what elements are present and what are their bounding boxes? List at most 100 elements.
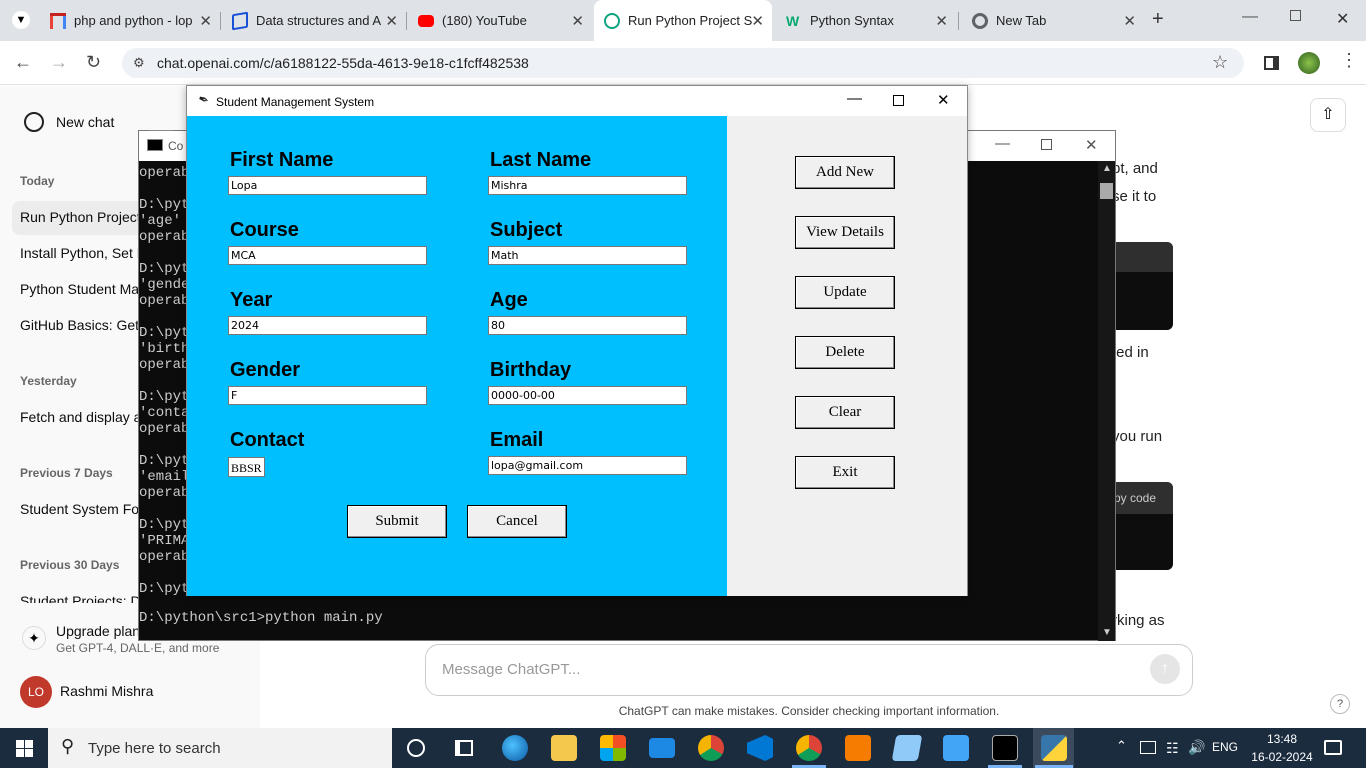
tab-gmail[interactable]: php and python - lop ✕ [40, 5, 220, 36]
email-input[interactable]: lopa@gmail.com [488, 456, 687, 475]
site-info-icon[interactable]: ⚙ [133, 55, 145, 71]
xampp-icon[interactable] [845, 735, 871, 761]
chatgpt-icon [604, 12, 620, 29]
bookmark-star-icon[interactable]: ☆ [1212, 52, 1228, 73]
url-bar[interactable]: ⚙ chat.openai.com/c/a6188122-55da-4613-9… [122, 48, 1244, 78]
scroll-down-icon[interactable]: ▼ [1102, 627, 1112, 638]
console-maximize-icon[interactable] [1041, 139, 1052, 150]
share-icon[interactable]: ⇧ [1310, 98, 1346, 132]
message-input[interactable]: Message ChatGPT... [425, 644, 1193, 696]
edge-icon[interactable] [502, 735, 528, 761]
terminal-icon [147, 139, 163, 151]
upgrade-plan-button[interactable]: Upgrade plan [56, 623, 140, 639]
tab-python-syntax[interactable]: W Python Syntax ✕ [776, 5, 956, 36]
sidebar-item[interactable]: GitHub Basics: Get [20, 317, 139, 333]
sidebar-item[interactable]: Fetch and display a [20, 409, 141, 425]
menu-dots-icon[interactable]: ⋮ [1340, 50, 1358, 71]
minimize-icon[interactable]: — [1242, 8, 1258, 26]
python-icon[interactable] [1041, 735, 1067, 761]
sidebar-item[interactable]: Student Projects: D [20, 593, 141, 603]
app-title: Student Management System [216, 95, 375, 109]
cmd-icon[interactable] [992, 735, 1018, 761]
view-details-button[interactable]: View Details [795, 216, 895, 249]
store-icon[interactable] [600, 735, 626, 761]
contact-label: Contact [230, 429, 305, 451]
console-close-icon[interactable]: ✕ [1085, 136, 1098, 154]
age-input[interactable]: 80 [488, 316, 687, 335]
gmail-icon [50, 12, 66, 29]
reload-icon[interactable]: ↻ [86, 52, 101, 73]
tab-label: (180) YouTube [442, 13, 527, 28]
year-input[interactable]: 2024 [228, 316, 427, 335]
clock-time[interactable]: 13:48 [1262, 732, 1302, 746]
send-button[interactable]: ↑ [1150, 654, 1180, 684]
chrome-profile-icon[interactable] [796, 735, 822, 761]
windows-start-icon[interactable] [16, 740, 33, 757]
new-chat-button[interactable]: New chat [56, 114, 114, 130]
exit-button[interactable]: Exit [795, 456, 895, 489]
control-panel-icon[interactable] [943, 735, 969, 761]
file-explorer-icon[interactable] [551, 735, 577, 761]
subject-input[interactable]: Math [488, 246, 687, 265]
task-view-icon[interactable] [455, 740, 473, 756]
mail-icon[interactable] [649, 738, 675, 758]
sidebar-item[interactable]: Python Student Ma [20, 281, 139, 297]
tab-close-icon[interactable]: ✕ [935, 12, 948, 30]
console-minimize-icon[interactable]: — [995, 135, 1010, 152]
console-scrollbar[interactable] [1098, 161, 1115, 641]
side-panel-icon[interactable] [1264, 56, 1279, 70]
submit-button[interactable]: Submit [347, 505, 447, 538]
sidebar-item[interactable]: Student System Fo [20, 501, 139, 517]
app-close-icon[interactable]: ✕ [937, 91, 950, 109]
tab-data-structures[interactable]: Data structures and A ✕ [222, 5, 406, 36]
tab-youtube[interactable]: (180) YouTube ✕ [408, 5, 592, 36]
help-button[interactable]: ? [1330, 694, 1350, 714]
scroll-up-icon[interactable]: ▲ [1102, 163, 1112, 174]
contact-input[interactable]: BBSR [228, 457, 265, 477]
wifi-icon[interactable]: ☷ [1166, 740, 1179, 757]
tab-close-icon[interactable]: ✕ [1123, 12, 1136, 30]
last-name-label: Last Name [490, 149, 592, 171]
last-name-input[interactable]: Mishra [488, 176, 687, 195]
app-maximize-icon[interactable] [893, 95, 904, 106]
chrome-taskbar-icon[interactable] [698, 735, 724, 761]
console-output: operab D:\pyt 'age' operab D:\pyt 'gende… [139, 165, 190, 597]
user-name[interactable]: Rashmi Mishra [60, 683, 153, 699]
volume-icon[interactable]: 🔊 [1188, 739, 1205, 756]
tab-label: New Tab [996, 13, 1047, 28]
tab-close-icon[interactable]: ✕ [385, 12, 398, 30]
app-minimize-icon[interactable]: — [847, 90, 862, 107]
forward-icon[interactable]: → [50, 52, 68, 73]
birthday-input[interactable]: 0000-00-00 [488, 386, 687, 405]
first-name-input[interactable]: Lopa [228, 176, 427, 195]
cortana-icon[interactable] [407, 739, 425, 757]
back-icon[interactable]: ← [14, 52, 32, 73]
notification-icon[interactable] [1324, 740, 1342, 755]
gender-input[interactable]: F [228, 386, 427, 405]
taskbar-search-box[interactable]: ⚲ Type here to search [48, 728, 392, 768]
tab-close-icon[interactable]: ✕ [199, 12, 212, 30]
tab-new-tab[interactable]: New Tab ✕ [962, 5, 1144, 36]
tab-search-button[interactable]: ▼ [12, 11, 30, 29]
close-window-icon[interactable]: ✕ [1336, 9, 1349, 29]
course-input[interactable]: MCA [228, 246, 427, 265]
tab-run-python[interactable]: Run Python Project S ✕ [594, 0, 772, 41]
tab-close-icon[interactable]: ✕ [751, 12, 764, 30]
sidebar-item[interactable]: Run Python Project [20, 209, 141, 225]
tab-close-icon[interactable]: ✕ [571, 12, 584, 30]
network-monitor-icon[interactable] [1140, 741, 1156, 754]
clock-date[interactable]: 16-02-2024 [1246, 750, 1318, 764]
sidebar-item[interactable]: Install Python, Set F [20, 245, 145, 261]
update-button[interactable]: Update [795, 276, 895, 309]
tray-overflow-icon[interactable]: ⌃ [1116, 738, 1127, 754]
new-tab-button[interactable]: + [1152, 8, 1164, 31]
restore-icon[interactable] [1290, 10, 1301, 21]
language-indicator[interactable]: ENG [1212, 740, 1238, 754]
clear-button[interactable]: Clear [795, 396, 895, 429]
delete-button[interactable]: Delete [795, 336, 895, 369]
chat-text-fragment: se it to [1112, 188, 1157, 205]
add-new-button[interactable]: Add New [795, 156, 895, 189]
cancel-button[interactable]: Cancel [467, 505, 567, 538]
notepad-icon[interactable] [891, 735, 923, 761]
profile-avatar[interactable] [1298, 52, 1320, 74]
